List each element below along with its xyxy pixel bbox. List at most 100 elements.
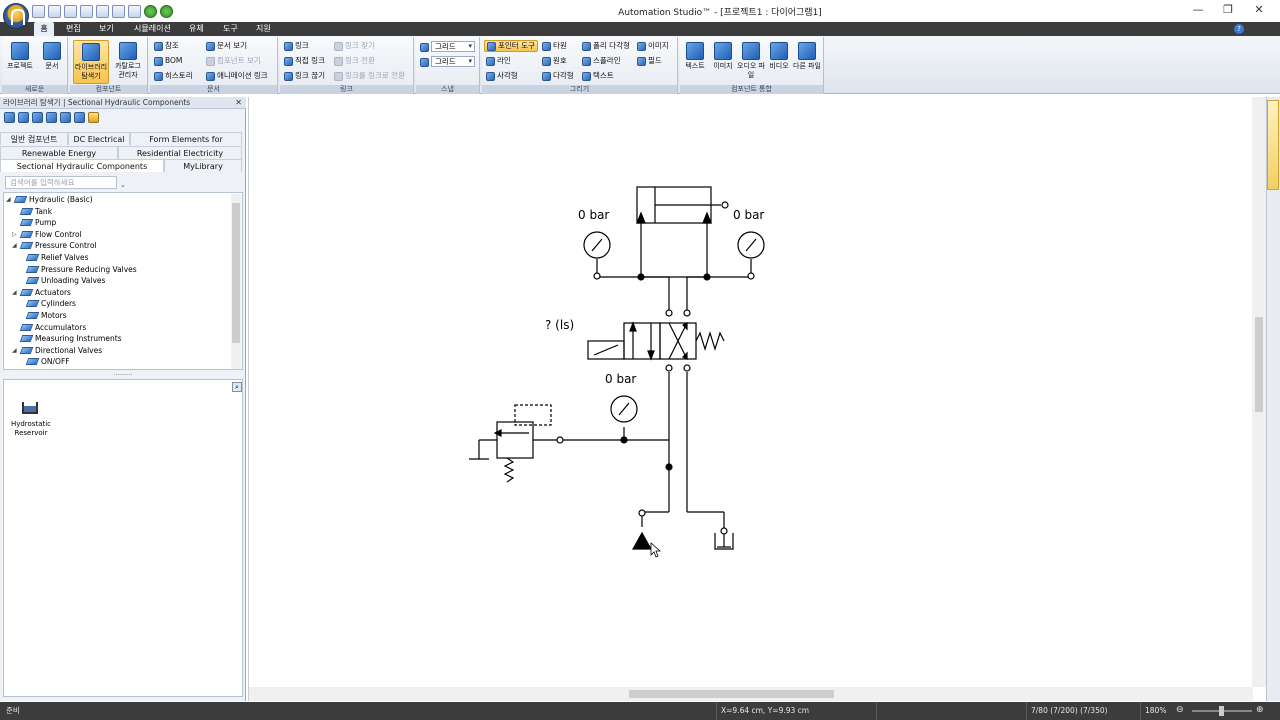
- tree-item[interactable]: ◢ Hydraulic (Basic): [6, 194, 93, 205]
- play-icon[interactable]: [144, 4, 157, 18]
- polygon-button[interactable]: 다각형: [542, 70, 574, 82]
- app-logo-icon[interactable]: [3, 3, 29, 29]
- tree-item[interactable]: ON/OFF: [18, 356, 70, 367]
- grid-combo-2[interactable]: 그리드: [431, 56, 475, 67]
- tree-item[interactable]: Measuring Instruments: [12, 333, 122, 344]
- project-button[interactable]: 프로젝트: [4, 40, 36, 84]
- polyline-button[interactable]: 폴리 다각형: [582, 40, 630, 52]
- embed-audio-button[interactable]: 오디오 파일: [737, 40, 765, 84]
- library-tree-icon[interactable]: [60, 112, 71, 123]
- library-explorer-button[interactable]: 라이브러리 탐색기: [73, 40, 109, 84]
- library-open-icon[interactable]: [4, 112, 15, 123]
- bom-button[interactable]: BOM: [154, 55, 182, 67]
- animation-link-button[interactable]: 애니메이션 링크: [206, 70, 268, 82]
- menu-simulation[interactable]: 시뮬레이션: [130, 22, 175, 36]
- tree-item[interactable]: Relief Valves: [18, 252, 88, 263]
- tab-sectional-hydraulic[interactable]: Sectional Hydraulic Components: [0, 159, 164, 172]
- tab-dc-electrical[interactable]: DC Electrical: [68, 132, 130, 145]
- field-button[interactable]: 필드: [637, 55, 662, 67]
- zoom-slider-knob[interactable]: [1219, 706, 1224, 716]
- help-icon[interactable]: ?: [1234, 24, 1244, 34]
- lock-icon[interactable]: [88, 112, 99, 123]
- tab-form-elements[interactable]: Form Elements for Exercises: [130, 132, 242, 157]
- tab-residential-electricity[interactable]: Residential Electricity: [118, 146, 242, 159]
- tab-renewable-energy[interactable]: Renewable Energy: [0, 146, 118, 159]
- tree-item[interactable]: Proportional: [18, 368, 86, 369]
- tree-item[interactable]: Pressure Reducing Valves: [18, 264, 137, 275]
- tree-item[interactable]: Motors: [18, 310, 67, 321]
- image-tool-button[interactable]: 이미지: [637, 40, 669, 52]
- print-icon[interactable]: [96, 4, 109, 18]
- library-remove-icon[interactable]: [46, 112, 57, 123]
- embed-video-button[interactable]: 비디오: [765, 40, 793, 84]
- vertical-scroll-thumb[interactable]: [1255, 317, 1263, 412]
- diagram-canvas[interactable]: 0 bar 0 bar 0 bar ? (ls): [249, 97, 1259, 687]
- rectangle-button[interactable]: 사각형: [486, 70, 518, 82]
- save-all-icon[interactable]: [80, 4, 93, 18]
- vertical-scrollbar[interactable]: [1252, 97, 1266, 687]
- grid-combo-1[interactable]: 그리드: [431, 41, 475, 52]
- spline-button[interactable]: 스플라인: [582, 55, 621, 67]
- menu-tools[interactable]: 도구: [219, 22, 242, 36]
- link-to-link-button[interactable]: 링크를 링크로 전환: [334, 70, 405, 82]
- embed-other-button[interactable]: 다른 파일: [793, 40, 821, 84]
- library-sort-icon[interactable]: [74, 112, 85, 123]
- text-tool-button[interactable]: 텍스트: [582, 70, 614, 82]
- ellipse-button[interactable]: 타원: [542, 40, 567, 52]
- tree-expander-icon[interactable]: ◢: [12, 287, 18, 298]
- direct-link-button[interactable]: 직접 링크: [284, 55, 325, 67]
- tree-expander-icon[interactable]: ◢: [12, 345, 18, 356]
- menu-fluid[interactable]: 유체: [185, 22, 208, 36]
- tree-item[interactable]: Cylinders: [18, 298, 76, 309]
- component-view-button[interactable]: 컴포넌트 보기: [206, 55, 261, 67]
- horizontal-scroll-thumb[interactable]: [629, 690, 834, 698]
- open-icon[interactable]: [48, 4, 61, 18]
- embed-text-button[interactable]: 텍스트: [681, 40, 709, 84]
- tree-expander-icon[interactable]: ◢: [12, 240, 18, 251]
- stop-icon[interactable]: [160, 4, 173, 18]
- restore-button[interactable]: ❐: [1220, 3, 1236, 17]
- tree-item[interactable]: ◢ Pressure Control: [12, 240, 97, 251]
- tree-item[interactable]: Accumulators: [12, 322, 86, 333]
- library-search-input[interactable]: 검색어를 입력하세요: [5, 176, 117, 189]
- new-icon[interactable]: [32, 4, 45, 18]
- zoom-in-icon[interactable]: ⊕: [1256, 705, 1264, 715]
- panel-splitter[interactable]: ··········: [0, 373, 246, 379]
- catalog-manager-button[interactable]: 카탈로그 관리자: [111, 40, 145, 84]
- tree-item[interactable]: Unloading Valves: [18, 275, 105, 286]
- hydrostatic-reservoir-icon[interactable]: [22, 402, 38, 414]
- link-search-button[interactable]: 링크 찾기: [334, 40, 375, 52]
- minimize-button[interactable]: —: [1190, 3, 1206, 17]
- link-button[interactable]: 링크: [284, 40, 309, 52]
- tree-expander-icon[interactable]: ◢: [6, 194, 12, 205]
- pump-symbol[interactable]: [631, 509, 653, 550]
- document-button[interactable]: 문서: [36, 40, 68, 84]
- pointer-tool-button[interactable]: 포인터 도구: [484, 40, 538, 52]
- tab-mylibrary[interactable]: MyLibrary: [164, 159, 242, 172]
- properties-tab[interactable]: [1267, 100, 1279, 190]
- redo-icon[interactable]: [128, 4, 141, 18]
- tree-item[interactable]: ◢ Actuators: [12, 287, 71, 298]
- horizontal-scrollbar[interactable]: [249, 687, 1253, 701]
- arc-button[interactable]: 원호: [542, 55, 567, 67]
- embed-image-button[interactable]: 이미지: [709, 40, 737, 84]
- tree-item[interactable]: ◢ Directional Valves: [12, 345, 102, 356]
- line-button[interactable]: 라인: [486, 55, 511, 67]
- library-add-icon[interactable]: [32, 112, 43, 123]
- menu-edit[interactable]: 편집: [62, 22, 85, 36]
- cylinder-symbol[interactable]: [636, 186, 729, 224]
- menu-home[interactable]: 홈: [34, 22, 54, 36]
- panel-close-icon[interactable]: ✕: [235, 97, 242, 109]
- tree-item[interactable]: Tank: [12, 206, 52, 217]
- history-button[interactable]: 히스토리: [154, 70, 193, 82]
- directional-valve-symbol[interactable]: [587, 309, 725, 372]
- search-options-icon[interactable]: ⌄: [120, 181, 126, 189]
- tree-item[interactable]: Pump: [12, 217, 56, 228]
- close-button[interactable]: ✕: [1251, 3, 1267, 17]
- menu-support[interactable]: 지원: [252, 22, 275, 36]
- undo-icon[interactable]: [112, 4, 125, 18]
- tree-scroll-thumb[interactable]: [232, 203, 240, 343]
- tree-expander-icon[interactable]: ▷: [12, 229, 18, 240]
- library-save-icon[interactable]: [18, 112, 29, 123]
- zoom-out-icon[interactable]: ⊖: [1176, 705, 1184, 715]
